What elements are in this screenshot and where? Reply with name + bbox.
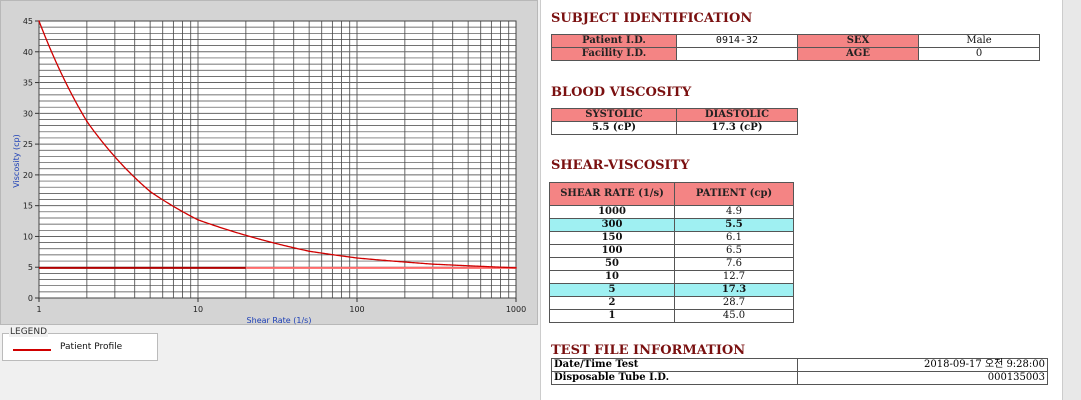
patient-id-value: 0914-32 xyxy=(676,34,798,48)
data-point xyxy=(356,257,358,259)
patient-cell: 12.7 xyxy=(674,270,794,284)
data-point xyxy=(308,250,310,253)
patient-cell: 45.0 xyxy=(674,309,794,323)
x-tick-label: 10 xyxy=(193,305,203,314)
shear-rate-cell: 150 xyxy=(549,231,675,245)
facility-id-value xyxy=(676,47,798,61)
shear-rate-cell: 300 xyxy=(549,218,675,232)
table-row: 2 28.7 xyxy=(549,296,794,310)
facility-id-label: Facility I.D. xyxy=(551,47,677,61)
sex-value: Male xyxy=(918,34,1040,48)
patient-cell: 6.5 xyxy=(674,244,794,258)
y-tick-label: 10 xyxy=(23,232,33,241)
tube-id-label: Disposable Tube I.D. xyxy=(551,371,798,385)
tube-id-value: 000135003 xyxy=(797,371,1048,385)
x-tick-label: 100 xyxy=(349,305,364,314)
patient-cell: 17.3 xyxy=(674,283,794,297)
data-point xyxy=(38,20,40,22)
shear-rate-cell: 2 xyxy=(549,296,675,310)
age-label: AGE xyxy=(797,47,919,61)
legend: LEGEND Patient Profile xyxy=(2,327,158,361)
patient-cell: 7.6 xyxy=(674,257,794,271)
table-row: 150 6.1 xyxy=(549,231,794,245)
systolic-value: 5.5 (cP) xyxy=(551,121,677,135)
y-axis-title: Viscosity (cp) xyxy=(12,134,21,188)
legend-label: Patient Profile xyxy=(60,342,123,352)
shear-rate-cell: 10 xyxy=(549,270,675,284)
shear-rate-cell: 50 xyxy=(549,257,675,271)
legend-title: LEGEND xyxy=(9,327,49,337)
diastolic-value: 17.3 (cP) xyxy=(676,121,798,135)
subject-title: SUBJECT IDENTIFICATION xyxy=(551,11,753,26)
shear-rate-cell: 1000 xyxy=(549,205,675,219)
data-point xyxy=(432,263,434,265)
y-tick-label: 35 xyxy=(23,79,33,88)
diastolic-label: DIASTOLIC xyxy=(676,108,798,122)
table-row: 50 7.6 xyxy=(549,257,794,271)
systolic-label: SYSTOLIC xyxy=(551,108,677,122)
y-tick-label: 25 xyxy=(23,140,33,149)
blood-title: BLOOD VISCOSITY xyxy=(551,85,692,100)
data-point xyxy=(149,190,151,193)
table-row: 100 6.5 xyxy=(549,244,794,258)
plot-frame: 0 5 10 15 20 25 30 35 40 45 1 10 100 1000 Shear Rate … xyxy=(0,0,538,325)
data-point xyxy=(197,219,199,221)
patient-cell: 5.5 xyxy=(674,218,794,232)
plot-area xyxy=(38,20,517,299)
date-time-value: 2018-09-17 오전 9:28:00 xyxy=(797,358,1048,372)
shear-title: SHEAR-VISCOSITY xyxy=(551,158,690,173)
age-value: 0 xyxy=(918,47,1040,61)
patient-cell: 6.1 xyxy=(674,231,794,245)
y-tick-label: 0 xyxy=(28,294,33,303)
test-file-title: TEST FILE INFORMATION xyxy=(551,343,746,358)
report-panel: SUBJECT IDENTIFICATION Patient I.D. 0914… xyxy=(540,0,1062,400)
chart-panel: 0 5 10 15 20 25 30 35 40 45 1 10 100 1000 Shear Rate … xyxy=(0,0,540,400)
patient-id-label: Patient I.D. xyxy=(551,34,677,48)
table-row-highlight: 5 17.3 xyxy=(549,283,794,297)
viscosity-chart: 0 5 10 15 20 25 30 35 40 45 1 10 100 1000 Shear Rate … xyxy=(12,17,526,325)
y-tick-label: 40 xyxy=(23,48,33,57)
table-row: 10 12.7 xyxy=(549,270,794,284)
data-point xyxy=(384,259,386,262)
legend-swatch xyxy=(13,349,51,351)
y-tick-label: 20 xyxy=(23,171,33,180)
vertical-scrollbar[interactable] xyxy=(1062,0,1081,400)
x-tick-label: 1000 xyxy=(506,305,526,314)
grid-layer xyxy=(38,20,517,299)
subject-table: Patient I.D. 0914-32 SEX Male Facility I… xyxy=(551,34,1040,61)
patient-cell: 4.9 xyxy=(674,205,794,219)
shear-rate-cell: 1 xyxy=(549,309,675,323)
x-tick-label: 1 xyxy=(36,305,41,314)
data-point xyxy=(515,267,517,269)
sex-label: SEX xyxy=(797,34,919,48)
blood-table: SYSTOLIC DIASTOLIC 5.5 (cP) 17.3 (cP) xyxy=(551,108,798,135)
shear-table: SHEAR RATE (1/s) PATIENT (cp) 1000 4.9 3… xyxy=(549,182,794,323)
table-row: 1000 4.9 xyxy=(549,205,794,219)
y-tick-label: 30 xyxy=(23,109,33,118)
date-time-label: Date/Time Test xyxy=(551,358,798,372)
patient-cell: 28.7 xyxy=(674,296,794,310)
shear-rate-cell: 5 xyxy=(549,283,675,297)
table-row-highlight: 300 5.5 xyxy=(549,218,794,232)
y-tick-label: 15 xyxy=(23,202,33,211)
table-row: 1 45.0 xyxy=(549,309,794,323)
patient-header: PATIENT (cp) xyxy=(674,182,794,206)
shear-rate-header: SHEAR RATE (1/s) xyxy=(549,182,675,206)
x-axis-title: Shear Rate (1/s) xyxy=(247,316,312,325)
shear-rate-cell: 100 xyxy=(549,244,675,258)
data-point xyxy=(86,120,88,123)
y-tick-label: 45 xyxy=(23,17,33,26)
y-tick-label: 5 xyxy=(28,263,33,272)
test-file-table: Date/Time Test 2018-09-17 오전 9:28:00 Dis… xyxy=(551,358,1048,385)
